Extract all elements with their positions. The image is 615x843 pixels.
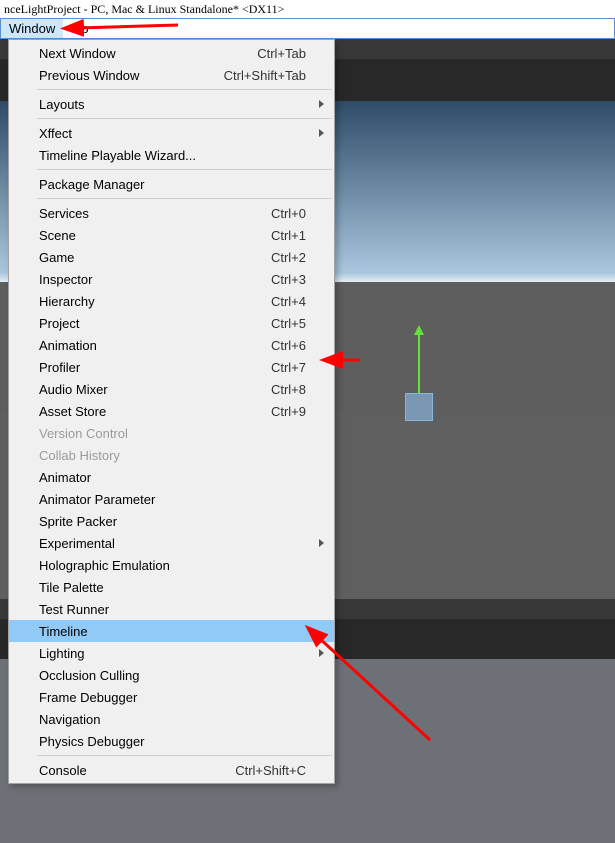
menu-package-manager[interactable]: Package Manager (9, 173, 334, 195)
menu-inspector[interactable]: Inspector Ctrl+3 (9, 268, 334, 290)
menu-label: Navigation (39, 712, 100, 727)
menu-physics-debugger[interactable]: Physics Debugger (9, 730, 334, 752)
menu-timeline-wizard[interactable]: Timeline Playable Wizard... (9, 144, 334, 166)
menu-label: Scene (39, 228, 76, 243)
menu-timeline[interactable]: Timeline (9, 620, 334, 642)
menu-lighting[interactable]: Lighting (9, 642, 334, 664)
menu-label: Animator Parameter (39, 492, 155, 507)
menu-holographic[interactable]: Holographic Emulation (9, 554, 334, 576)
menu-version-control: Version Control (9, 422, 334, 444)
menu-help[interactable]: elp (63, 19, 96, 38)
menu-label: Inspector (39, 272, 92, 287)
menu-label: Layouts (39, 97, 85, 112)
menu-label: Hierarchy (39, 294, 95, 309)
menu-shortcut: Ctrl+9 (271, 404, 306, 419)
menu-navigation[interactable]: Navigation (9, 708, 334, 730)
menu-label: Frame Debugger (39, 690, 137, 705)
menu-xffect[interactable]: Xffect (9, 122, 334, 144)
menu-label: Console (39, 763, 87, 778)
menu-scene[interactable]: Scene Ctrl+1 (9, 224, 334, 246)
menu-animator-parameter[interactable]: Animator Parameter (9, 488, 334, 510)
menu-window[interactable]: Window (1, 19, 63, 38)
menu-collab-history: Collab History (9, 444, 334, 466)
menu-separator (37, 118, 332, 119)
menu-label: Audio Mixer (39, 382, 108, 397)
menu-label: Animator (39, 470, 91, 485)
menu-separator (37, 198, 332, 199)
menu-shortcut: Ctrl+0 (271, 206, 306, 221)
window-menu-dropdown: Next Window Ctrl+Tab Previous Window Ctr… (8, 39, 335, 784)
menu-animator[interactable]: Animator (9, 466, 334, 488)
menu-shortcut: Ctrl+6 (271, 338, 306, 353)
menu-separator (37, 755, 332, 756)
menu-shortcut: Ctrl+Shift+Tab (224, 68, 306, 83)
gizmo-y-axis[interactable] (418, 333, 420, 393)
menu-profiler[interactable]: Profiler Ctrl+7 (9, 356, 334, 378)
menu-label: Occlusion Culling (39, 668, 139, 683)
menu-animation[interactable]: Animation Ctrl+6 (9, 334, 334, 356)
menu-shortcut: Ctrl+Shift+C (235, 763, 306, 778)
menu-label: Collab History (39, 448, 120, 463)
menu-label: Sprite Packer (39, 514, 117, 529)
menu-label: Package Manager (39, 177, 145, 192)
menu-label: Timeline (39, 624, 88, 639)
menu-shortcut: Ctrl+5 (271, 316, 306, 331)
menu-console[interactable]: Console Ctrl+Shift+C (9, 759, 334, 781)
menu-label: Version Control (39, 426, 128, 441)
menu-next-window[interactable]: Next Window Ctrl+Tab (9, 42, 334, 64)
menu-label: Animation (39, 338, 97, 353)
menu-label: Asset Store (39, 404, 106, 419)
menu-shortcut: Ctrl+7 (271, 360, 306, 375)
menu-hierarchy[interactable]: Hierarchy Ctrl+4 (9, 290, 334, 312)
menu-label: Test Runner (39, 602, 109, 617)
menu-shortcut: Ctrl+3 (271, 272, 306, 287)
menu-label: Experimental (39, 536, 115, 551)
menu-experimental[interactable]: Experimental (9, 532, 334, 554)
menu-shortcut: Ctrl+Tab (257, 46, 306, 61)
menu-shortcut: Ctrl+2 (271, 250, 306, 265)
menu-test-runner[interactable]: Test Runner (9, 598, 334, 620)
menu-bar: Window elp (0, 18, 615, 39)
menu-label: Previous Window (39, 68, 139, 83)
menu-label: Tile Palette (39, 580, 104, 595)
menu-services[interactable]: Services Ctrl+0 (9, 202, 334, 224)
menu-separator (37, 169, 332, 170)
menu-sprite-packer[interactable]: Sprite Packer (9, 510, 334, 532)
window-title: nceLightProject - PC, Mac & Linux Standa… (0, 0, 615, 18)
menu-occlusion[interactable]: Occlusion Culling (9, 664, 334, 686)
menu-audio-mixer[interactable]: Audio Mixer Ctrl+8 (9, 378, 334, 400)
menu-label: Project (39, 316, 79, 331)
menu-label: Lighting (39, 646, 85, 661)
menu-asset-store[interactable]: Asset Store Ctrl+9 (9, 400, 334, 422)
menu-shortcut: Ctrl+8 (271, 382, 306, 397)
menu-tile-palette[interactable]: Tile Palette (9, 576, 334, 598)
menu-game[interactable]: Game Ctrl+2 (9, 246, 334, 268)
menu-label: Services (39, 206, 89, 221)
menu-label: Profiler (39, 360, 80, 375)
menu-label: Game (39, 250, 74, 265)
menu-shortcut: Ctrl+1 (271, 228, 306, 243)
menu-label: Physics Debugger (39, 734, 145, 749)
menu-project[interactable]: Project Ctrl+5 (9, 312, 334, 334)
menu-label: Xffect (39, 126, 72, 141)
menu-shortcut: Ctrl+4 (271, 294, 306, 309)
menu-label: Next Window (39, 46, 116, 61)
menu-frame-debugger[interactable]: Frame Debugger (9, 686, 334, 708)
menu-previous-window[interactable]: Previous Window Ctrl+Shift+Tab (9, 64, 334, 86)
gizmo-cube[interactable] (405, 393, 433, 421)
menu-label: Timeline Playable Wizard... (39, 148, 196, 163)
menu-separator (37, 89, 332, 90)
menu-label: Holographic Emulation (39, 558, 170, 573)
menu-layouts[interactable]: Layouts (9, 93, 334, 115)
